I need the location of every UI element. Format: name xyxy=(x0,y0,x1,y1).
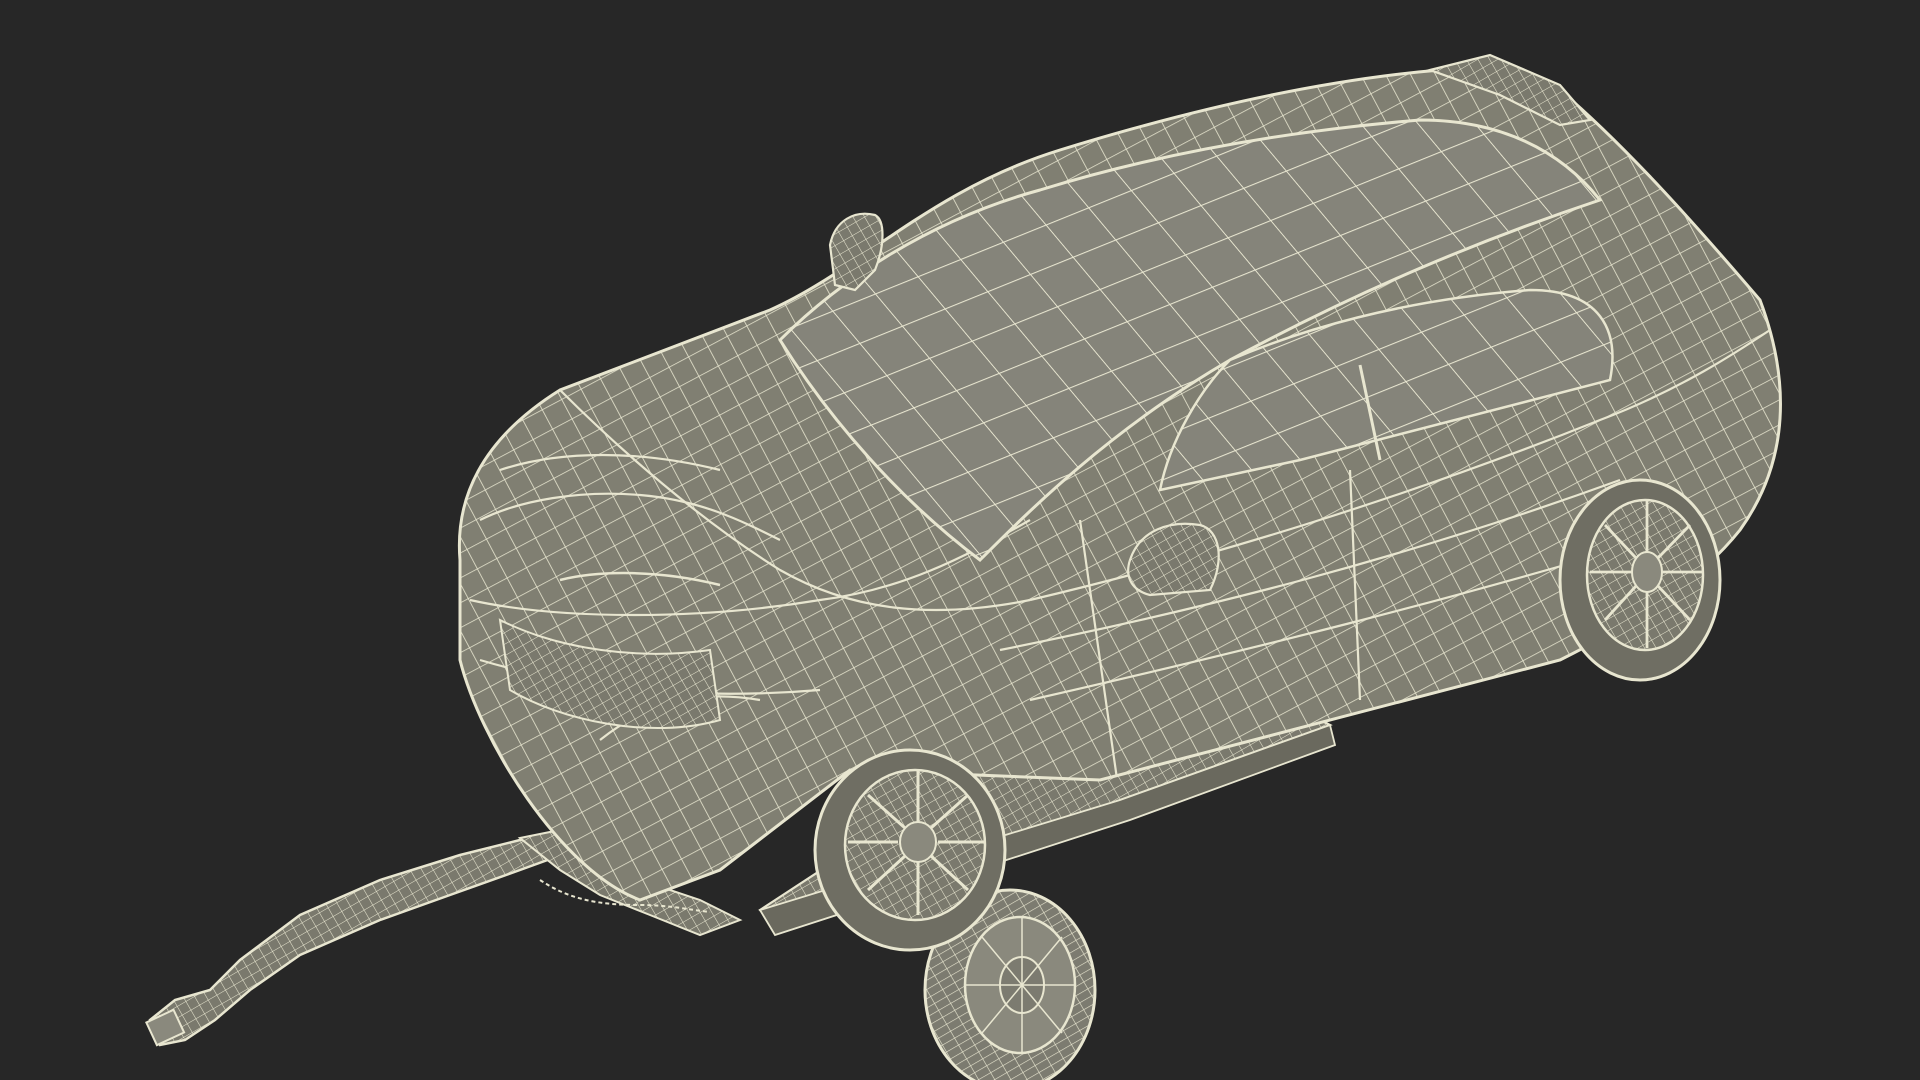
render-viewport xyxy=(0,0,1920,1080)
rear-wheel xyxy=(1558,478,1722,682)
car-body xyxy=(457,53,1782,902)
front-wheel xyxy=(813,748,1007,952)
wireframe-render xyxy=(145,53,1782,1080)
